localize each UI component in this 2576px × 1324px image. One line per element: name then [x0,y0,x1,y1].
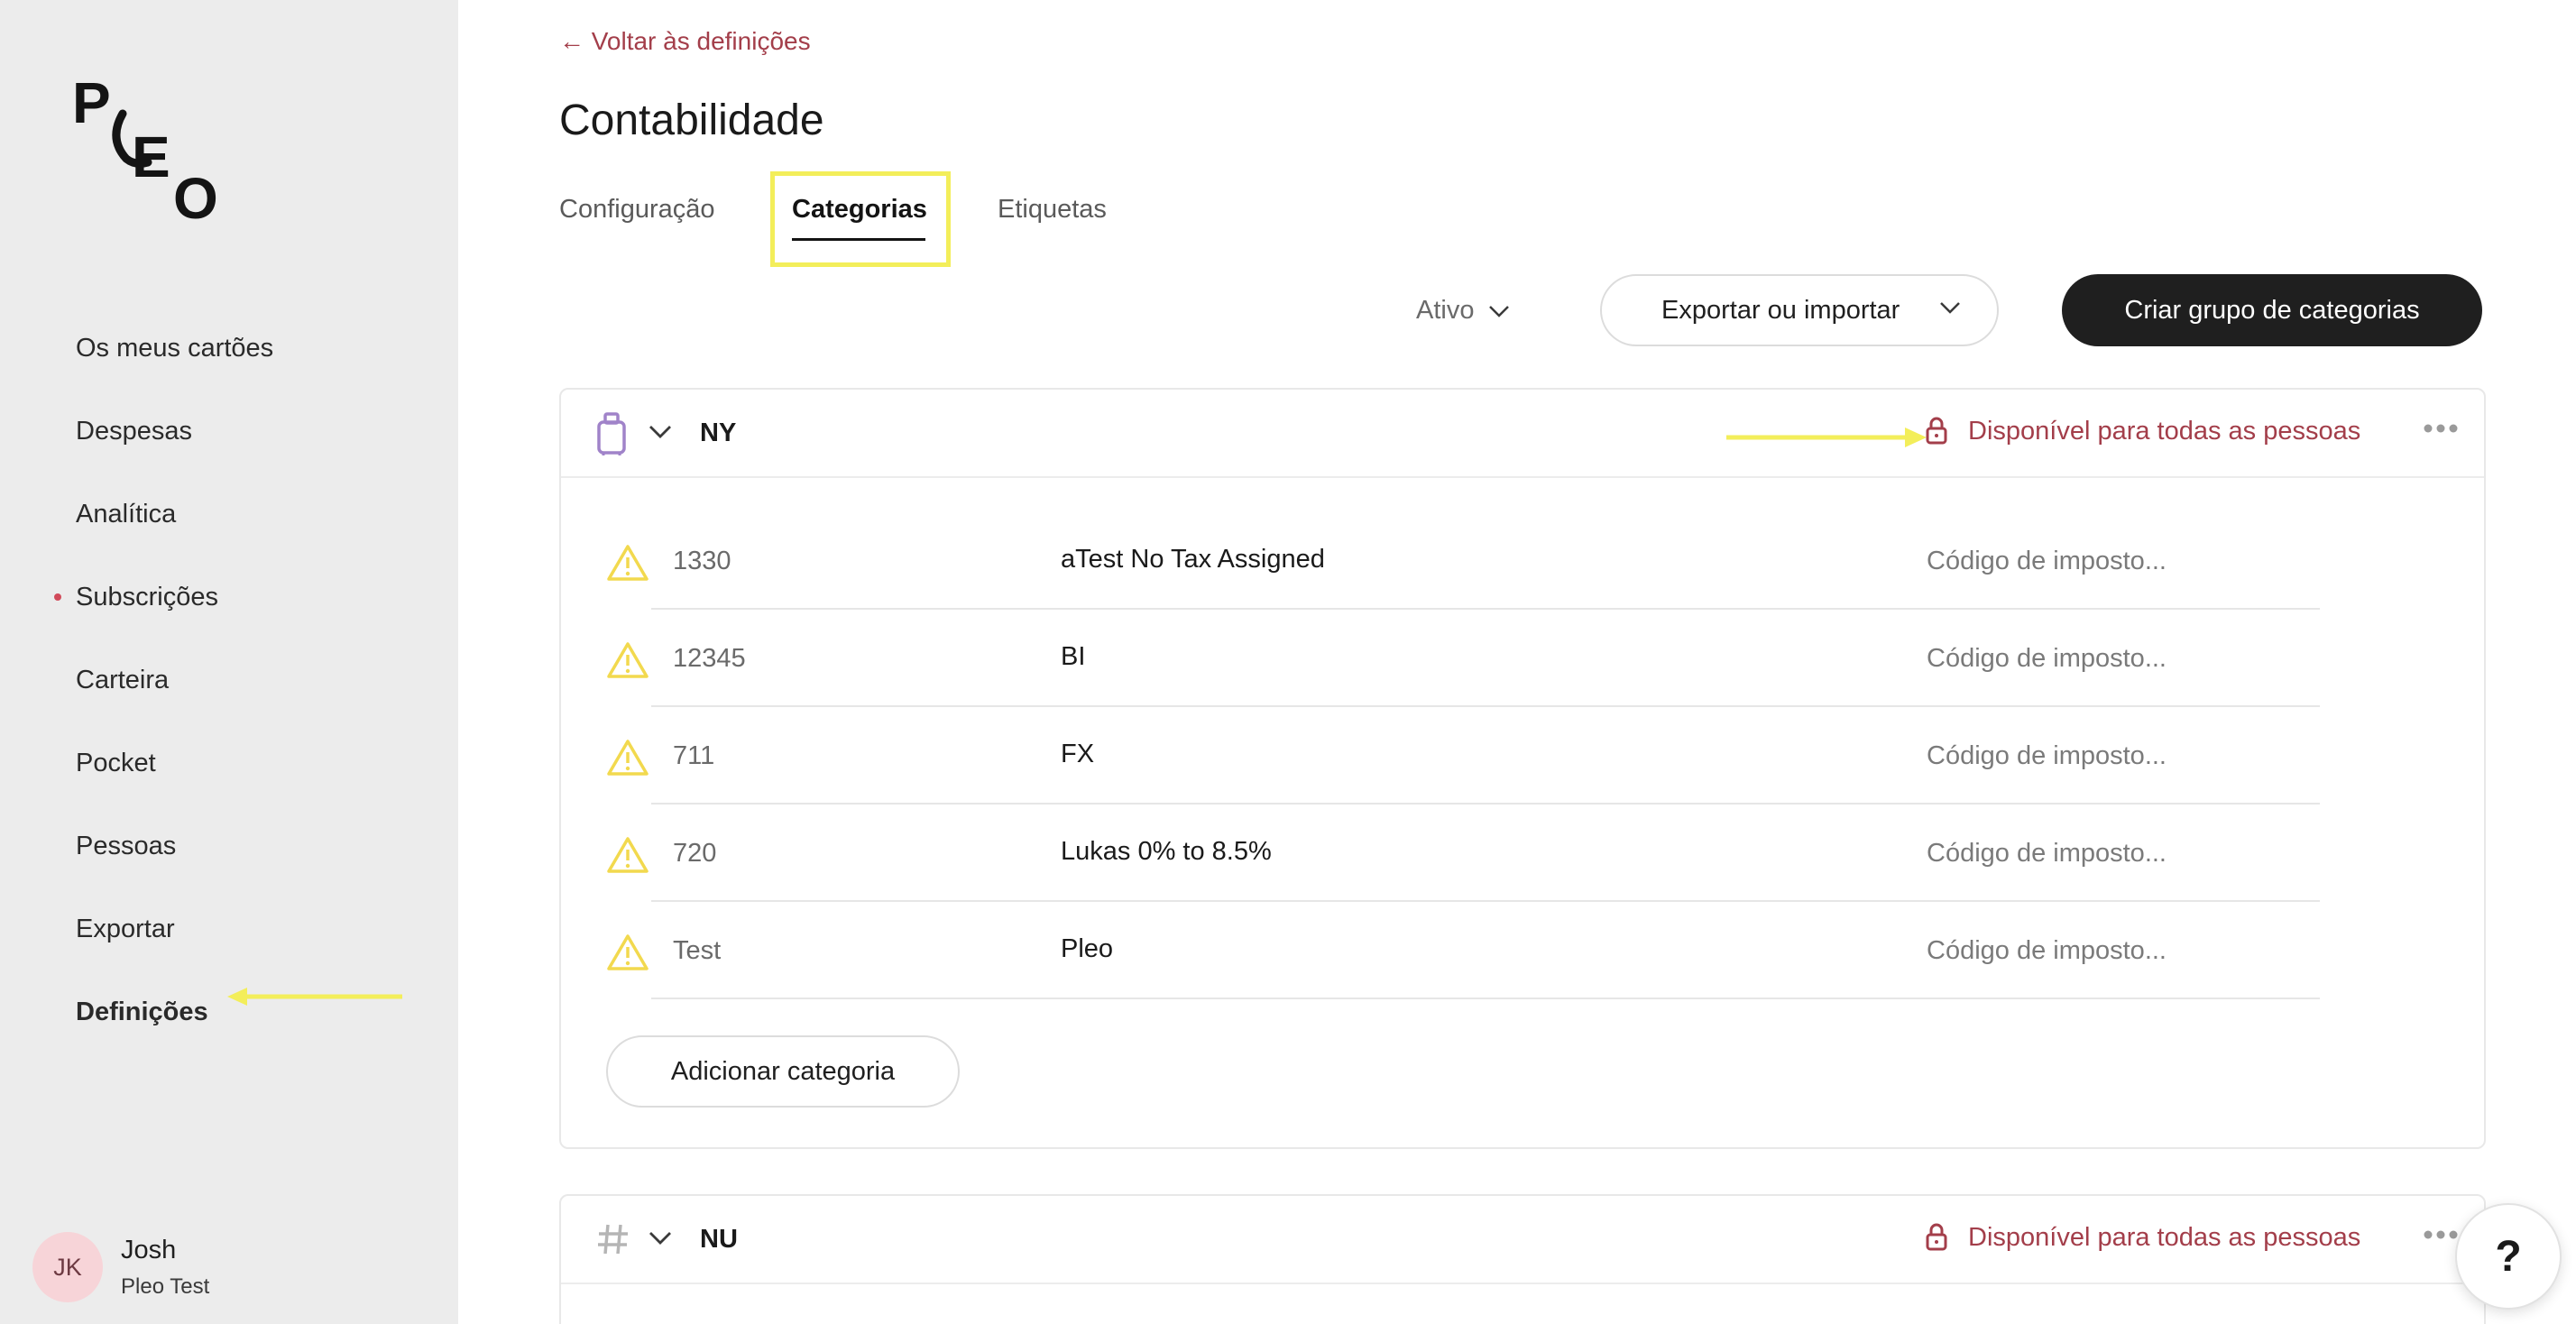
sidebar-item-people[interactable]: Pessoas [76,805,273,887]
table-row[interactable]: 720 Lukas 0% to 8.5% Código de imposto..… [606,805,2365,902]
group-name: NU [700,1225,738,1254]
help-button[interactable]: ? [2455,1203,2562,1310]
table-row[interactable]: 711 FX Código de imposto... [606,707,2365,805]
category-name: Lukas 0% to 8.5% [1061,837,1272,866]
availability-link[interactable]: Disponível para todas as pessoas [1968,417,2360,446]
warning-icon [607,740,649,776]
user-company: Pleo Test [121,1273,210,1299]
table-row[interactable]: 12345 BI Código de imposto... [606,610,2365,707]
category-group: NU Disponível para todas as pessoas [559,1194,2486,1324]
category-name: aTest No Tax Assigned [1061,545,1325,574]
tab-configuration[interactable]: Configuração [559,195,715,225]
toolbar: Ativo Exportar ou importar Criar grupo d… [559,274,2486,348]
tabs: Configuração Categorias Etiquetas [559,171,1371,269]
sidebar-item-pocket[interactable]: Pocket [76,722,273,805]
hash-icon[interactable] [595,1221,631,1257]
more-options-icon[interactable] [2423,1228,2459,1241]
sidebar: P E O Os meus cartões Despesas Analítica… [0,0,458,1324]
back-to-settings-link[interactable]: ← Voltar às definições [559,27,811,56]
category-code: 1330 [673,547,731,575]
category-group-header: NY Disponível para todas as pessoas [561,390,2484,478]
status-filter[interactable]: Ativo [1416,296,1510,326]
sidebar-nav: Os meus cartões Despesas Analítica Subsc… [54,307,273,1053]
sidebar-item-label: Pocket [76,748,156,777]
status-filter-label: Ativo [1416,296,1475,325]
active-tab-underline [792,238,925,241]
category-name: Pleo [1061,934,1114,963]
pleo-logo[interactable]: P E O [72,76,225,220]
more-options-icon[interactable] [2423,422,2459,435]
table-row[interactable]: 1330 aTest No Tax Assigned Código de imp… [606,512,2365,610]
avatar: JK [32,1232,103,1302]
category-code: 711 [673,741,715,770]
group-name: NY [700,418,737,447]
sidebar-item-cards[interactable]: Os meus cartões [76,307,273,390]
tab-categories[interactable]: Categorias [792,195,927,225]
category-group: NY Disponível para todas as pessoas 1330… [559,388,2486,1149]
svg-text:E: E [132,124,170,189]
sidebar-item-label: Despesas [76,416,192,446]
notification-dot [54,593,61,601]
chevron-down-icon [1489,305,1510,317]
export-import-button[interactable]: Exportar ou importar [1600,274,1999,346]
lock-icon [1926,417,1947,445]
user-name: Josh [121,1235,177,1264]
chevron-down-icon[interactable] [648,424,673,440]
user-text: Josh Pleo Test [121,1236,209,1300]
svg-text:P: P [72,76,111,135]
category-code: Test [673,936,722,965]
sidebar-item-label: Analítica [76,499,177,529]
category-code: 720 [673,839,717,868]
tax-code-field[interactable]: Código de imposto... [1927,741,2167,771]
tax-code-field[interactable]: Código de imposto... [1927,839,2167,869]
sidebar-item-settings[interactable]: Definições [76,970,273,1053]
sidebar-item-label: Subscrições [76,582,218,611]
suitcase-icon[interactable] [595,411,628,456]
tax-code-field[interactable]: Código de imposto... [1927,936,2167,966]
sidebar-item-label: Definições [76,997,208,1026]
sidebar-item-export[interactable]: Exportar [76,887,273,970]
warning-icon [607,837,649,873]
sidebar-item-wallet[interactable]: Carteira [76,639,273,722]
category-code: 12345 [673,644,746,673]
page-title: Contabilidade [559,97,824,144]
warning-icon [607,934,649,970]
category-name: BI [1061,642,1086,671]
sidebar-item-label: Os meus cartões [76,333,274,363]
availability-link[interactable]: Disponível para todas as pessoas [1968,1223,2360,1253]
annotation-arrow-icon [1726,428,1927,447]
tax-code-field[interactable]: Código de imposto... [1927,547,2167,576]
create-category-group-button[interactable]: Criar grupo de categorias [2062,274,2482,346]
sidebar-item-label: Pessoas [76,831,177,860]
lock-icon [1926,1223,1947,1251]
annotation-arrow-icon [227,988,402,1006]
user-profile[interactable]: JK Josh Pleo Test [32,1232,209,1302]
tab-tags[interactable]: Etiquetas [998,195,1107,225]
svg-text:O: O [173,166,218,220]
main-content: ← Voltar às definições Contabilidade Con… [559,0,2486,1324]
tax-code-field[interactable]: Código de imposto... [1927,644,2167,674]
sidebar-item-subscriptions[interactable]: Subscrições [54,556,273,639]
sidebar-item-analytics[interactable]: Analítica [76,473,273,556]
category-name: FX [1061,740,1095,768]
export-import-label: Exportar ou importar [1661,295,1900,325]
row-divider [651,998,2320,999]
table-row[interactable]: Test Pleo Código de imposto... [606,902,2365,999]
chevron-down-icon[interactable] [648,1230,673,1246]
sidebar-item-expenses[interactable]: Despesas [76,390,273,473]
warning-icon [607,545,649,581]
warning-icon [607,642,649,678]
chevron-down-icon [1940,302,1960,314]
category-group-header: NU Disponível para todas as pessoas [561,1196,2484,1284]
sidebar-item-label: Carteira [76,665,170,694]
add-category-button[interactable]: Adicionar categoria [606,1035,960,1108]
sidebar-item-label: Exportar [76,914,175,943]
